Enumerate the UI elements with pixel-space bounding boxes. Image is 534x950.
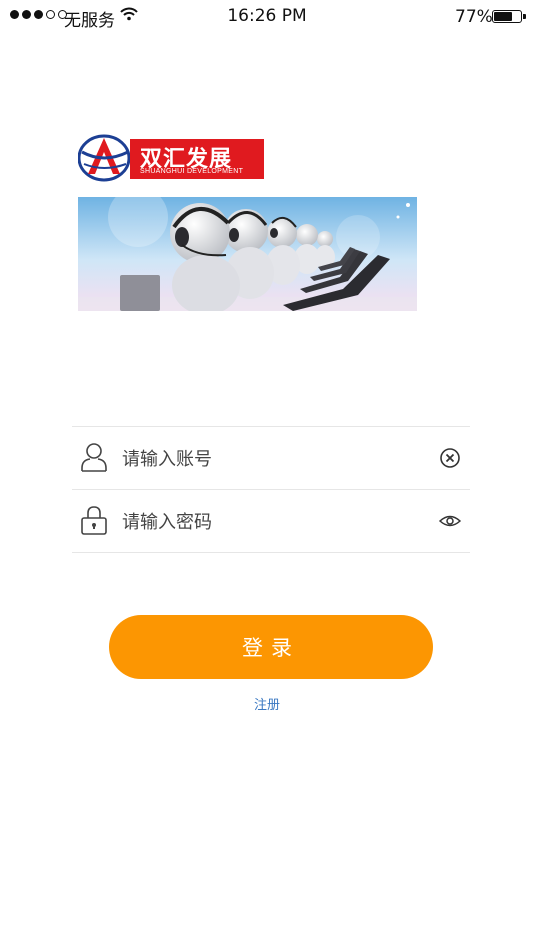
brand-emblem-icon <box>78 134 131 182</box>
brand-name-en: SHUANGHUI DEVELOPMENT <box>140 168 244 175</box>
user-icon <box>81 443 107 472</box>
lock-icon <box>81 506 107 535</box>
account-input[interactable] <box>120 443 424 475</box>
password-row <box>72 489 470 553</box>
banner-illustration <box>78 197 417 311</box>
status-bar: 无服务 16:26 PM 77% <box>0 0 534 34</box>
battery-icon <box>492 10 526 23</box>
customer-service-banner <box>78 197 417 311</box>
login-form <box>72 426 470 553</box>
brand-name-panel: 双汇发展 SHUANGHUI DEVELOPMENT <box>130 139 264 179</box>
battery-percent: 77% <box>455 7 493 27</box>
status-time: 16:26 PM <box>227 6 307 26</box>
clear-icon[interactable] <box>438 446 462 470</box>
password-input[interactable] <box>120 506 424 538</box>
eye-icon[interactable] <box>438 509 462 533</box>
register-link[interactable]: 注册 <box>0 694 534 713</box>
brand-logo: 双汇发展 SHUANGHUI DEVELOPMENT <box>78 134 264 182</box>
login-button[interactable]: 登录 <box>109 615 433 679</box>
account-row <box>72 426 470 489</box>
